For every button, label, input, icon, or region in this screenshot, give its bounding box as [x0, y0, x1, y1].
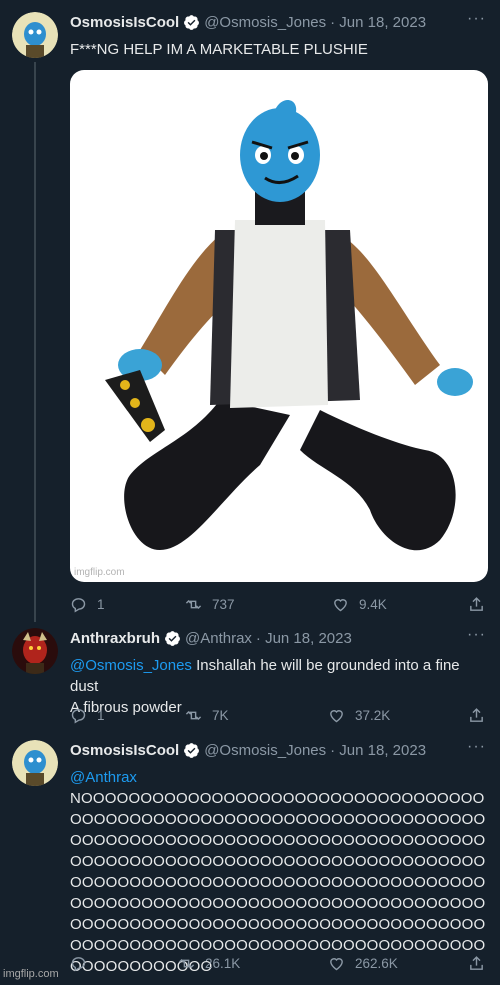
retweet-button[interactable]: 26.1K: [178, 955, 240, 972]
share-icon: [470, 956, 483, 970]
image-watermark: imgflip.com: [74, 567, 125, 578]
tweet-text: F***NG HELP IM A MARKETABLE PLUSHIE: [70, 41, 368, 58]
more-options-icon[interactable]: ···: [467, 738, 486, 756]
display-name[interactable]: OsmosisIsCool: [70, 742, 179, 759]
display-name[interactable]: OsmosisIsCool: [70, 14, 179, 31]
like-button[interactable]: 262.6K: [328, 955, 398, 972]
page-watermark: imgflip.com: [3, 968, 59, 980]
avatar[interactable]: [12, 628, 58, 674]
reply-icon: [71, 598, 86, 613]
reply-icon: [71, 957, 86, 972]
share-icon: [470, 708, 483, 722]
like-icon: [330, 958, 343, 971]
tweet-actions: 26.1K 262.6K: [70, 955, 490, 975]
handle[interactable]: @Osmosis_Jones: [204, 14, 326, 31]
avatar[interactable]: [12, 740, 58, 786]
avatar[interactable]: [12, 12, 58, 58]
thread-line: [34, 62, 36, 622]
retweet-icon: [185, 710, 202, 721]
plushie-image: [105, 100, 473, 551]
tweet-text-body: NOOOOOOOOOOOOOOOOOOOOOOOOOOOOOOOOOOOOOOO…: [70, 790, 486, 975]
tweet-actions: 1 7K 37.2K: [70, 707, 490, 727]
handle[interactable]: @Osmosis_Jones: [204, 742, 326, 759]
retweet-count: 7K: [212, 708, 229, 723]
like-button[interactable]: 37.2K: [328, 707, 390, 724]
retweet-button[interactable]: 737: [185, 596, 235, 613]
share-button[interactable]: [468, 707, 485, 724]
tweet-actions: 1 737 9.4K: [70, 596, 490, 616]
reply-button[interactable]: 1: [70, 707, 105, 724]
reply-count: 1: [97, 708, 105, 723]
retweet-count: 737: [212, 597, 235, 612]
retweet-count: 26.1K: [205, 956, 241, 971]
display-name[interactable]: Anthraxbruh: [70, 630, 160, 647]
reply-count: 1: [97, 597, 105, 612]
share-icon: [470, 597, 483, 611]
tweet-header: OsmosisIsCool @Osmosis_Jones · Jun 18, 2…: [70, 10, 500, 32]
retweet-button[interactable]: 7K: [185, 707, 229, 724]
mention-link[interactable]: @Anthrax: [70, 769, 137, 786]
tweet-text: @Anthrax NOOOOOOOOOOOOOOOOOOOOOOOOOOOOOO…: [70, 767, 488, 977]
mention-link[interactable]: @Osmosis_Jones: [70, 657, 192, 674]
verified-badge-icon: [184, 742, 200, 758]
tweet-header: Anthraxbruh @Anthrax · Jun 18, 2023 ···: [70, 626, 500, 648]
retweet-icon: [178, 958, 195, 969]
like-count: 9.4K: [359, 597, 387, 612]
tweet-media-image[interactable]: imgflip.com: [70, 70, 488, 582]
more-options-icon[interactable]: ···: [467, 10, 486, 28]
timestamp[interactable]: · Jun 18, 2023: [256, 630, 352, 647]
tweet-header: OsmosisIsCool @Osmosis_Jones · Jun 18, 2…: [70, 738, 500, 760]
reply-button[interactable]: [70, 955, 87, 972]
timestamp[interactable]: · Jun 18, 2023: [330, 742, 426, 759]
retweet-icon: [185, 599, 202, 610]
more-options-icon[interactable]: ···: [467, 626, 486, 644]
share-button[interactable]: [468, 596, 485, 613]
reply-icon: [71, 709, 86, 724]
like-count: 37.2K: [355, 708, 391, 723]
verified-badge-icon: [184, 14, 200, 30]
reply-button[interactable]: 1: [70, 596, 105, 613]
like-icon: [330, 710, 343, 723]
share-button[interactable]: [468, 955, 485, 972]
like-count: 262.6K: [355, 956, 398, 971]
handle[interactable]: @Anthrax: [185, 630, 252, 647]
timestamp[interactable]: · Jun 18, 2023: [330, 14, 426, 31]
verified-badge-icon: [165, 630, 180, 646]
like-button[interactable]: 9.4K: [332, 596, 387, 613]
like-icon: [334, 599, 347, 612]
